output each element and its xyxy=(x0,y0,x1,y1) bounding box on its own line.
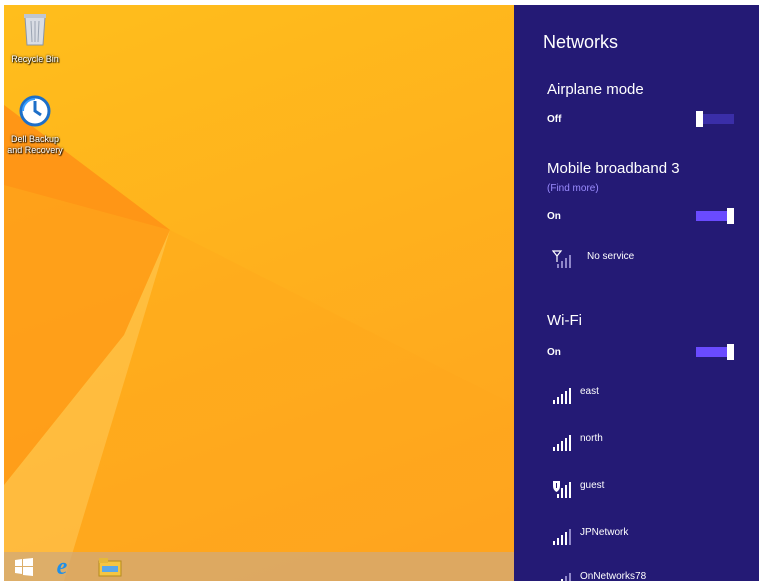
taskbar-internet-explorer[interactable]: e xyxy=(42,552,82,581)
wifi-title: Wi-Fi xyxy=(547,312,582,329)
networks-panel: Networks Airplane mode Off Mobile broadb… xyxy=(514,5,759,581)
screen: Recycle Bin Dell Backup and Recovery e N… xyxy=(4,5,759,581)
panel-title: Networks xyxy=(543,32,619,52)
desktop-icon-recycle-bin[interactable]: Recycle Bin xyxy=(4,9,67,65)
wifi-toggle[interactable] xyxy=(696,344,734,360)
airplane-mode-state: Off xyxy=(547,114,562,125)
network-name: north xyxy=(580,433,603,444)
windows-start-icon xyxy=(15,557,33,576)
internet-explorer-icon: e xyxy=(56,553,68,580)
network-name: guest xyxy=(580,480,605,491)
network-name: east xyxy=(580,386,599,397)
file-explorer-icon xyxy=(98,557,122,576)
network-name: OnNetworks78 xyxy=(580,571,647,581)
recycle-bin-icon xyxy=(24,14,46,46)
taskbar-start-button[interactable] xyxy=(4,552,44,581)
taskbar: e xyxy=(4,552,514,581)
dell-backup-icon xyxy=(19,95,51,127)
network-name: JPNetwork xyxy=(580,527,629,538)
wifi-signal-icon xyxy=(561,573,571,581)
airplane-mode-toggle[interactable] xyxy=(696,111,734,127)
mobile-broadband-toggle[interactable] xyxy=(696,208,734,224)
desktop[interactable]: Recycle Bin Dell Backup and Recovery e xyxy=(4,5,514,581)
wifi-signal-icon xyxy=(553,435,571,451)
mobile-broadband-title: Mobile broadband 3 xyxy=(547,160,680,177)
airplane-mode-title: Airplane mode xyxy=(547,81,644,98)
taskbar-file-explorer[interactable] xyxy=(90,552,130,581)
network-name: No service xyxy=(587,251,635,262)
toggle-thumb xyxy=(727,208,734,224)
desktop-wallpaper xyxy=(4,105,514,581)
desktop-icon-dell-backup[interactable]: Dell Backup and Recovery xyxy=(4,95,67,156)
find-more-link[interactable]: (Find more) xyxy=(547,183,599,194)
desktop-icon-label: Recycle Bin xyxy=(11,54,59,64)
toggle-thumb xyxy=(696,111,703,127)
no-service-signal-icon xyxy=(552,250,571,268)
mobile-broadband-state: On xyxy=(547,211,561,222)
wifi-signal-icon xyxy=(553,529,571,545)
wifi-signal-icon xyxy=(553,388,571,404)
wifi-state: On xyxy=(547,347,561,358)
wifi-shield-signal-icon xyxy=(553,481,571,498)
toggle-thumb xyxy=(727,344,734,360)
desktop-icon-label: Dell Backup and Recovery xyxy=(7,134,63,155)
